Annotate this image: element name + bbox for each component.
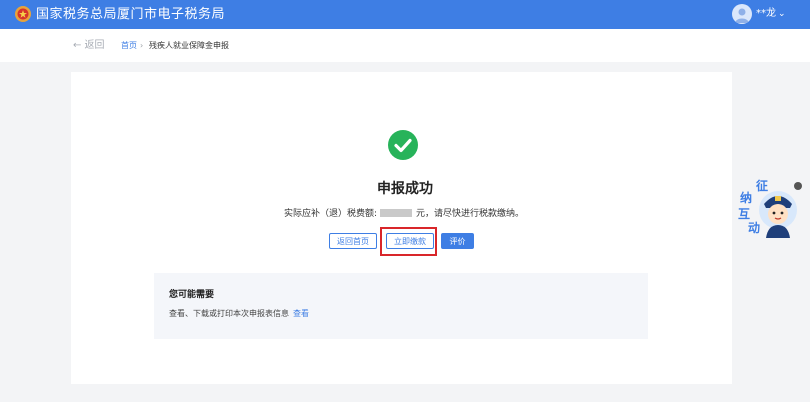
tax-emblem-icon (15, 6, 31, 22)
success-title: 申报成功 (377, 181, 433, 197)
view-link[interactable]: 查看 (293, 308, 309, 320)
rate-button[interactable]: 评价 (441, 233, 474, 249)
user-name[interactable]: **龙 (756, 8, 776, 20)
check-circle-icon (388, 130, 418, 160)
amount-suffix: 元，请尽快进行税款缴纳。 (416, 209, 525, 219)
mascot-char: 互 (738, 207, 750, 221)
close-icon[interactable] (794, 182, 802, 190)
mascot-char: 动 (748, 221, 760, 235)
user-avatar-icon[interactable] (732, 4, 752, 24)
amount-value-masked (380, 209, 413, 217)
suggestion-panel: 您可能需要 查看、下载或打印本次申报表信息 查看 (154, 273, 648, 339)
mascot-char: 纳 (740, 190, 752, 205)
chevron-down-icon[interactable]: ⌄ (778, 8, 786, 20)
return-home-button[interactable]: 返回首页 (329, 233, 377, 249)
amount-message: 实际应补（退）税费额: 元，请尽快进行税款缴纳。 (284, 208, 524, 220)
breadcrumb-current: 残疾人就业保障金申报 (149, 41, 229, 50)
breadcrumb-home-link[interactable]: 首页 (121, 40, 137, 52)
pay-now-highlight-box (380, 227, 437, 256)
suggestion-text: 查看、下载或打印本次申报表信息 (169, 309, 289, 318)
amount-label: 实际应补（退）税费额: (284, 209, 378, 219)
breadcrumb: ← 返回 首页 › 残疾人就业保障金申报 (0, 29, 810, 62)
top-header: 国家税务总局厦门市电子税务局 **龙 ⌄ (0, 0, 810, 29)
breadcrumb-separator: › (140, 41, 144, 50)
suggestion-title: 您可能需要 (169, 290, 215, 300)
site-title[interactable]: 国家税务总局厦门市电子税务局 (36, 6, 225, 23)
tax-officer-mascot-icon[interactable]: 征 纳 互 动 (734, 176, 800, 238)
back-button[interactable]: ← 返回 (73, 39, 105, 53)
mascot-char: 征 (756, 178, 768, 193)
